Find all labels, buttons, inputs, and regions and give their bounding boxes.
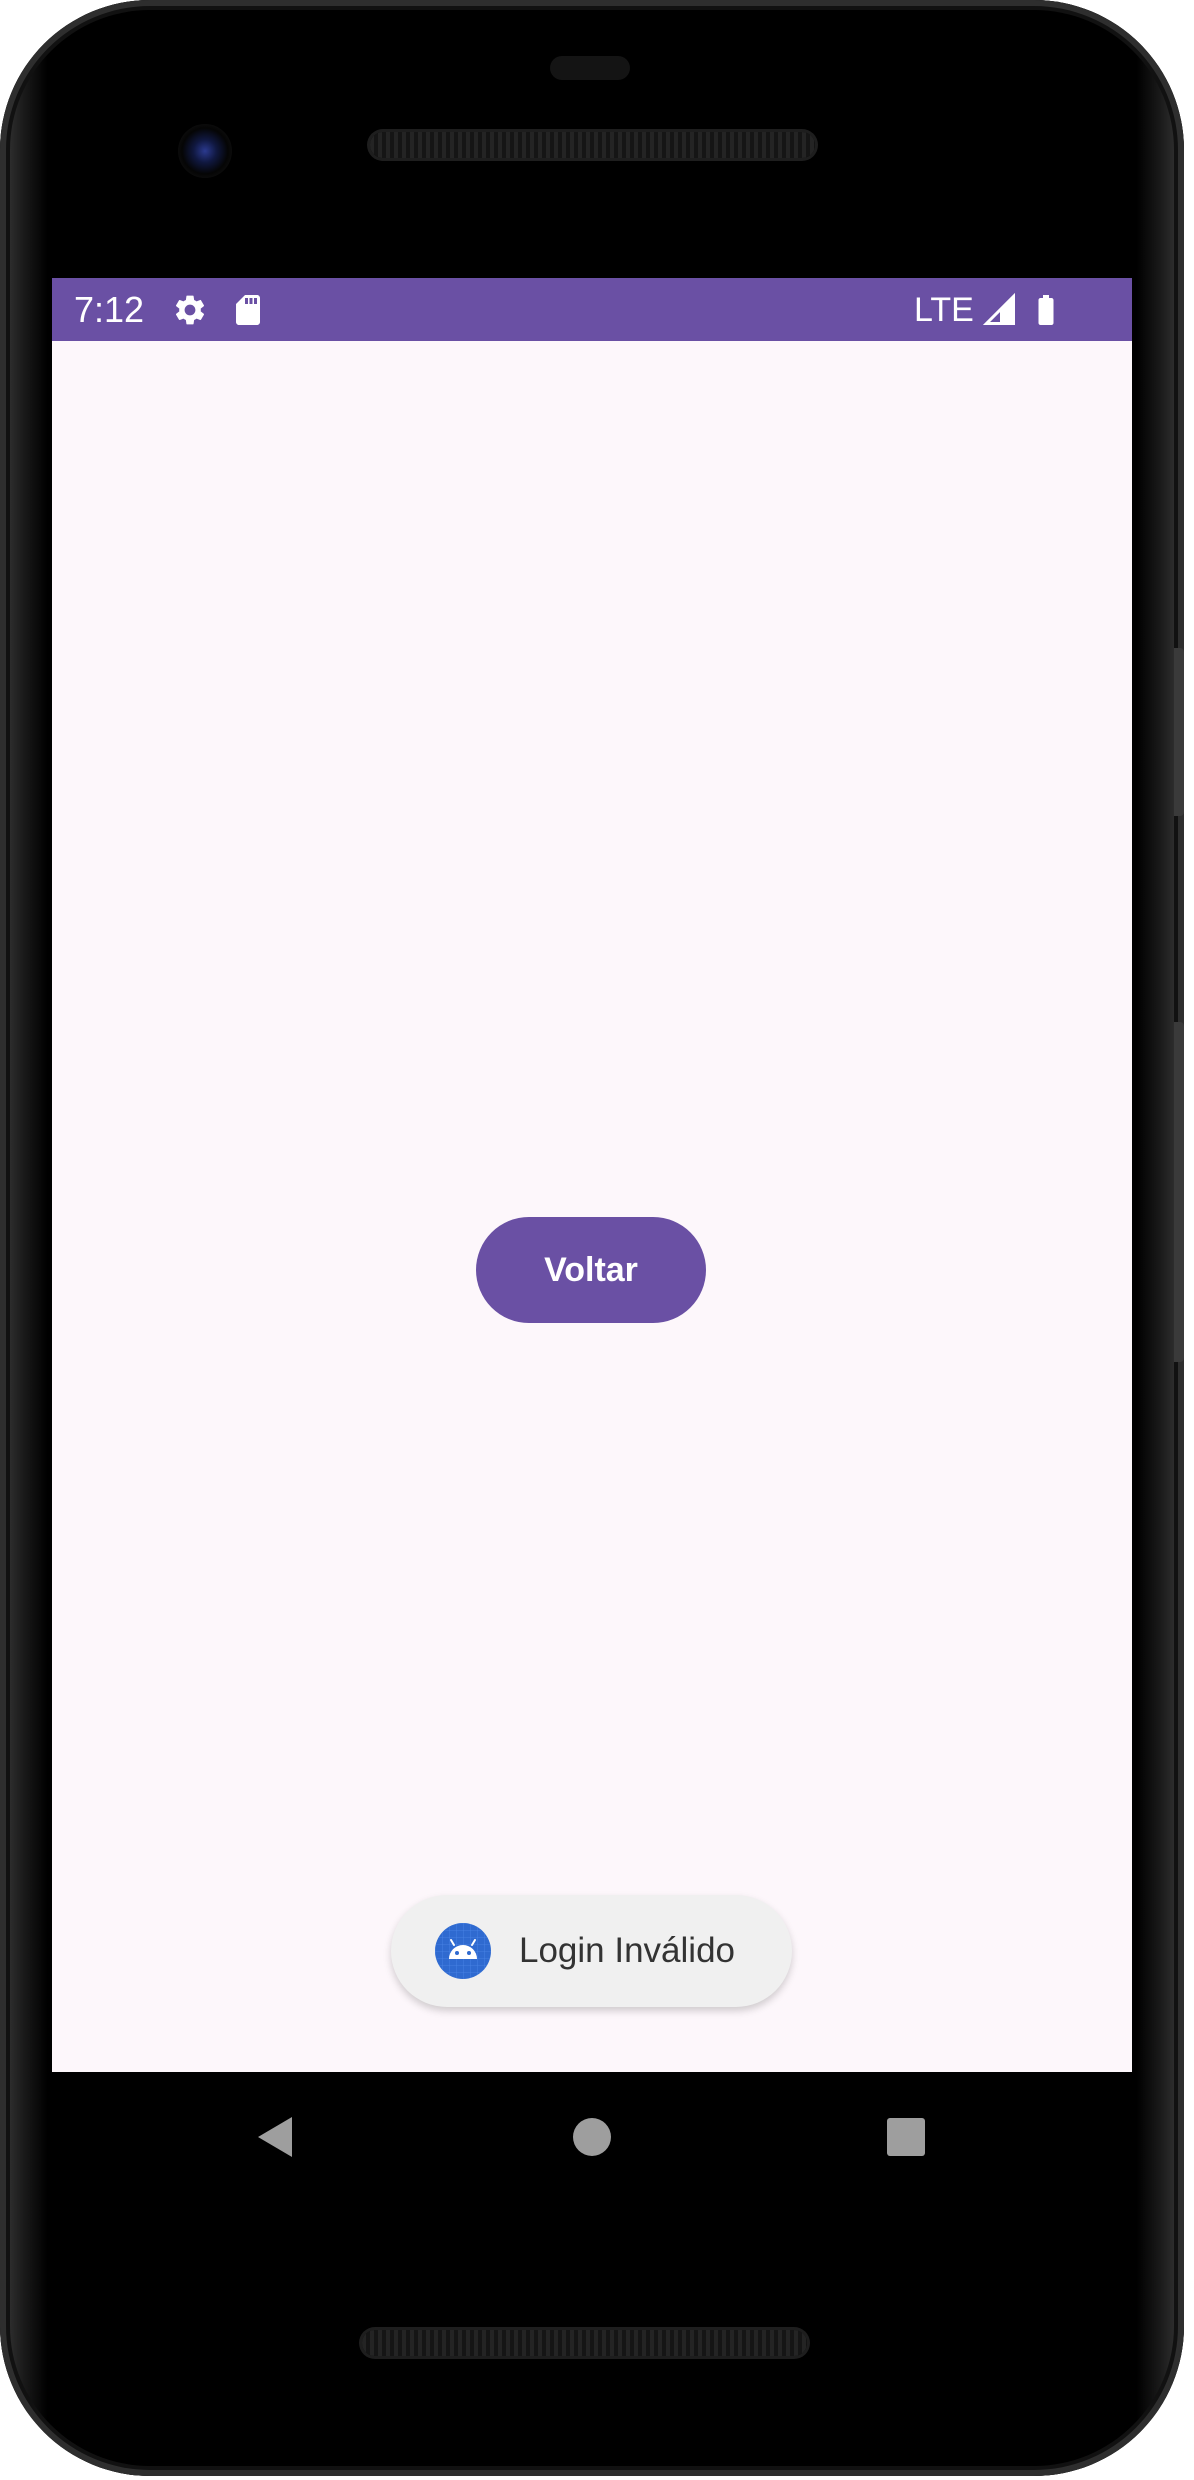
- gear-icon: [172, 292, 208, 328]
- status-time: 7:12: [74, 289, 145, 330]
- back-nav-icon[interactable]: [252, 2112, 302, 2162]
- signal-icon: [982, 292, 1018, 328]
- network-type: LTE: [914, 291, 974, 329]
- sd-card-icon: [230, 292, 266, 328]
- toast-text: Login Inválido: [519, 1931, 735, 1970]
- sensor-notch: [550, 56, 630, 80]
- home-nav-icon[interactable]: [567, 2112, 617, 2162]
- phone-frame: 7:12 LTE Voltar Login Inválido: [0, 0, 1184, 2476]
- app-content: Voltar Login Inválido: [52, 341, 1132, 2072]
- navigation-bar: [52, 2072, 1132, 2202]
- front-camera: [178, 124, 232, 178]
- recents-nav-icon[interactable]: [881, 2112, 931, 2162]
- status-bar: 7:12 LTE: [52, 278, 1132, 341]
- screen: 7:12 LTE Voltar Login Inválido: [52, 278, 1132, 2072]
- bottom-speaker: [362, 2330, 807, 2356]
- earpiece-speaker: [370, 132, 815, 158]
- android-app-icon: [435, 1923, 491, 1979]
- power-button: [1174, 648, 1184, 816]
- battery-icon: [1028, 292, 1064, 328]
- toast-message: Login Inválido: [391, 1895, 792, 2007]
- voltar-button[interactable]: Voltar: [476, 1217, 706, 1323]
- volume-button: [1174, 1022, 1184, 1362]
